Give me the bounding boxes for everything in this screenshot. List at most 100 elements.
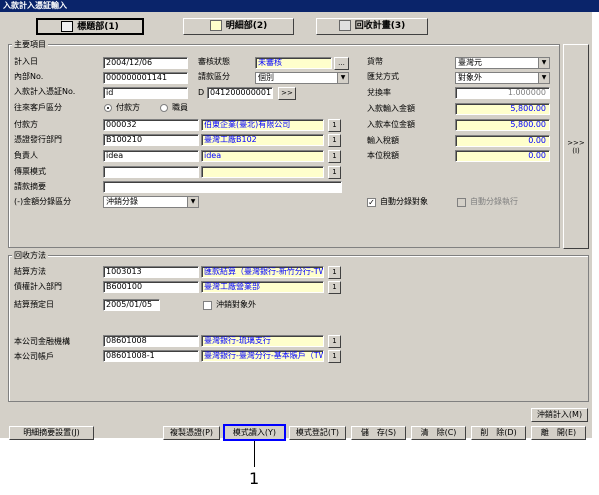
payer-label: 付款方 xyxy=(14,120,38,129)
save-button[interactable]: 儲 存(S) xyxy=(351,426,406,440)
book-icon xyxy=(61,21,74,32)
amount-type-select[interactable]: 沖銷分錄 ▼ xyxy=(103,196,199,208)
exchange-rate-field: 1.000000 xyxy=(455,87,550,99)
detail-summary-button[interactable]: 明細摘要設置(J) xyxy=(9,426,94,440)
template-lookup-button[interactable]: 1 xyxy=(328,166,341,179)
creditor-dept-code-field[interactable]: B600100 xyxy=(103,281,199,293)
review-status-button[interactable]: ... xyxy=(334,57,349,70)
bank-lookup-button[interactable]: 1 xyxy=(328,335,341,348)
entry-date-field[interactable]: 2004/12/06 xyxy=(103,57,188,69)
close-button[interactable]: 離 開(E) xyxy=(531,426,586,440)
review-status-field: 未審核 xyxy=(255,57,332,69)
chevron-down-icon[interactable]: ▼ xyxy=(538,58,549,68)
summary-field[interactable] xyxy=(103,181,342,193)
voucher-type-value: 個別 xyxy=(258,73,274,82)
side-expand-button[interactable]: >>> (I) xyxy=(563,44,589,249)
bank-name-field: 臺灣銀行-琉璃支行 xyxy=(201,335,324,347)
d-label: D xyxy=(198,88,205,97)
chevron-down-icon[interactable]: ▼ xyxy=(187,197,198,207)
offset-exclusion-label: 沖銷對象外 xyxy=(216,300,256,309)
tab-detail-label: 明細部(2) xyxy=(225,21,268,31)
template-code-field[interactable] xyxy=(103,166,199,178)
entry-date-label: 計入日 xyxy=(14,57,38,66)
pattern-register-button[interactable]: 模式登記(T) xyxy=(289,426,346,440)
person-in-charge-name-field: idea xyxy=(201,150,324,162)
issuing-dept-code-field[interactable]: B100210 xyxy=(103,134,199,146)
settlement-method-label: 結算方法 xyxy=(14,267,46,276)
account-lookup-button[interactable]: 1 xyxy=(328,350,341,363)
offset-entry-button[interactable]: 沖銷計入(M) xyxy=(531,408,588,422)
creditor-dept-label: 債權計入部門 xyxy=(14,282,62,291)
staff-radio[interactable] xyxy=(160,104,168,112)
offset-exclusion-checkbox[interactable] xyxy=(203,301,212,310)
entry-no-label: 入款計入憑証No. xyxy=(14,87,76,96)
callout-number: 1 xyxy=(249,469,260,488)
payer-code-field[interactable]: 000032 xyxy=(103,119,199,131)
summary-label: 請款摘要 xyxy=(14,182,46,191)
account-label: 本公司帳戶 xyxy=(14,352,54,361)
account-code-field[interactable]: 08601008-1 xyxy=(103,350,199,362)
exchange-method-select[interactable]: 對象外 ▼ xyxy=(455,72,550,84)
callout-line xyxy=(254,441,255,467)
chevron-down-icon[interactable]: ▼ xyxy=(337,73,348,83)
review-status-label: 審核狀態 xyxy=(198,57,230,66)
voucher-type-select[interactable]: 個別 ▼ xyxy=(255,72,349,84)
settlement-method-lookup-button[interactable]: 1 xyxy=(328,266,341,279)
settlement-method-code-field[interactable]: 1003013 xyxy=(103,266,199,278)
delete-button[interactable]: 削 除(D) xyxy=(471,426,526,440)
internal-no-field[interactable]: 000000001141 xyxy=(103,72,188,84)
payer-radio[interactable] xyxy=(104,104,112,112)
input-amount-label: 入款輸入金額 xyxy=(367,104,415,113)
currency-select[interactable]: 臺灣元 ▼ xyxy=(455,57,550,69)
exchange-rate-label: 兌換率 xyxy=(367,88,391,97)
issuing-dept-lookup-button[interactable]: 1 xyxy=(328,134,341,147)
calendar-icon xyxy=(338,20,351,31)
tab-detail[interactable]: 明細部(2) xyxy=(183,18,294,35)
collection-group-title: 回收方法 xyxy=(12,251,48,260)
template-label: 傳票模式 xyxy=(14,167,46,176)
auto-entry-target-checkbox[interactable]: ✓ xyxy=(367,198,376,207)
creditor-dept-name-field: 臺灣工廠營業部 xyxy=(201,281,324,293)
amount-type-value: 沖銷分錄 xyxy=(106,197,138,206)
tab-collection-plan[interactable]: 回收計畫(3) xyxy=(316,18,428,35)
exchange-method-value: 對象外 xyxy=(458,73,482,82)
auto-entry-exec-label: 自動分錄執行 xyxy=(470,197,518,206)
input-amount-field: 5,800.00 xyxy=(455,103,550,115)
exchange-method-label: 匯兌方式 xyxy=(367,72,399,81)
d-number-field[interactable]: 041200000001 xyxy=(207,87,273,99)
counterparty-type-label: 往來客戶區分 xyxy=(14,103,62,112)
currency-label: 貨幣 xyxy=(367,57,383,66)
base-amount-label: 入款本位金額 xyxy=(367,120,415,129)
person-in-charge-lookup-button[interactable]: 1 xyxy=(328,150,341,163)
window-title: 入款計入憑証輸入 xyxy=(0,0,599,12)
settlement-method-name-field: 匯款結算（臺灣銀行-新竹分行-TWD） xyxy=(201,266,324,278)
settlement-date-field[interactable]: 2005/01/05 xyxy=(103,299,160,311)
voucher-type-label: 請款區分 xyxy=(198,72,230,81)
auto-entry-exec-checkbox[interactable] xyxy=(457,198,466,207)
person-in-charge-label: 負責人 xyxy=(14,151,38,160)
d-number-search-button[interactable]: >> xyxy=(278,87,296,100)
payer-lookup-button[interactable]: 1 xyxy=(328,119,341,132)
clear-button[interactable]: 清 除(C) xyxy=(411,426,466,440)
person-in-charge-code-field[interactable]: idea xyxy=(103,150,199,162)
tab-collection-plan-label: 回收計畫(3) xyxy=(354,21,406,31)
copy-voucher-button[interactable]: 複製憑證(P) xyxy=(163,426,220,440)
base-tax-field: 0.00 xyxy=(455,150,550,162)
main-group-title: 主要項目 xyxy=(12,40,48,49)
creditor-dept-lookup-button[interactable]: 1 xyxy=(328,281,341,294)
template-name-field xyxy=(201,166,324,178)
amount-type-label: (-)金額分錄區分 xyxy=(14,197,72,206)
tab-header[interactable]: 標題部(1) xyxy=(36,18,144,35)
pattern-input-button[interactable]: 模式讀入(Y) xyxy=(223,424,286,441)
chevron-down-icon[interactable]: ▼ xyxy=(538,73,549,83)
bank-code-field[interactable]: 08601008 xyxy=(103,335,199,347)
entry-no-field[interactable]: id xyxy=(103,87,188,99)
issuing-dept-name-field: 臺灣工廠B102 xyxy=(201,134,324,146)
bank-label: 本公司金融機構 xyxy=(14,337,70,346)
tab-header-label: 標題部(1) xyxy=(77,22,119,32)
payer-radio-label: 付款方 xyxy=(116,103,140,112)
input-tax-label: 輸入稅額 xyxy=(367,136,399,145)
issuing-dept-label: 憑證發行部門 xyxy=(14,135,62,144)
internal-no-label: 內部No. xyxy=(14,72,44,81)
base-amount-field: 5,800.00 xyxy=(455,119,550,131)
